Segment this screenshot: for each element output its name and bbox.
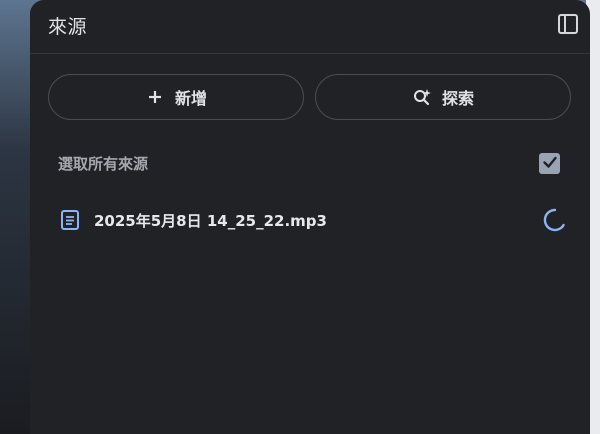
plus-icon [145,87,165,107]
sidebar-panel-icon [557,13,579,39]
panel-header: 來源 [30,0,590,54]
sources-panel: 來源 新增 探索 選取所有來源 2025年5月8日 14_25_22.mp3 [30,0,590,434]
discover-sources-label: 探索 [441,89,474,108]
panel-title: 來源 [48,16,88,38]
discover-sources-button[interactable]: 探索 [315,74,571,120]
add-source-button[interactable]: 新增 [48,74,304,120]
collapse-panel-button[interactable] [556,14,580,38]
checkmark-icon [542,154,558,174]
search-sparkle-icon [412,87,432,107]
select-all-checkbox[interactable] [539,153,560,174]
select-all-label: 選取所有來源 [58,155,149,173]
source-name: 2025年5月8日 14_25_22.mp3 [94,211,327,230]
loading-spinner-icon [542,207,568,233]
add-source-label: 新增 [174,89,207,108]
source-item[interactable]: 2025年5月8日 14_25_22.mp3 [48,198,568,242]
document-icon [58,208,82,232]
